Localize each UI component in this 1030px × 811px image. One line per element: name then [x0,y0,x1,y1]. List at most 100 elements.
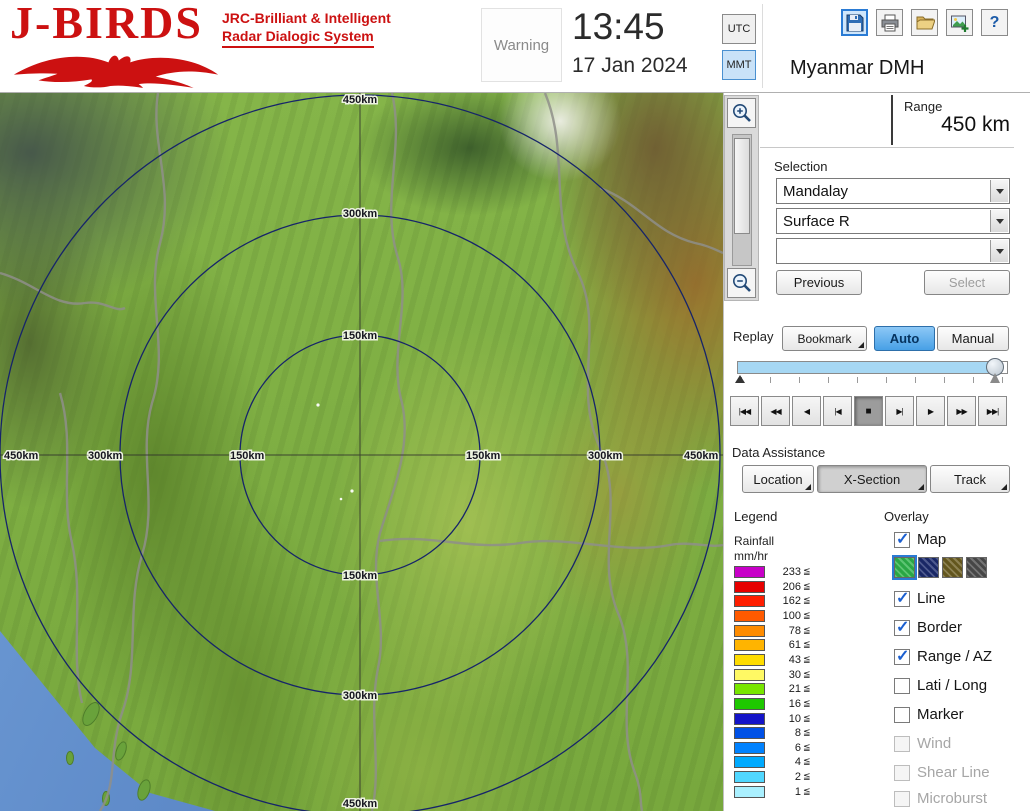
utc-button[interactable]: UTC [722,14,756,44]
location-button[interactable]: Location [742,465,814,493]
slider-position-marker-icon [990,373,1000,383]
checkbox-border[interactable] [894,620,910,636]
checkbox-marker[interactable] [894,707,910,723]
zoom-slider-thumb[interactable] [734,138,750,234]
checkbox-lati-long[interactable] [894,678,910,694]
media-step-back-button[interactable]: |◀ [823,396,852,426]
product-dropdown[interactable]: Surface R [776,208,1010,234]
checkbox-wind [894,736,910,752]
auto-button[interactable]: Auto [874,326,935,351]
media-play-button[interactable]: ▶ [916,396,945,426]
chevron-down-icon[interactable] [990,240,1008,262]
map-palette-swatch-navy[interactable] [918,557,939,578]
zoom-slider-track[interactable] [732,134,752,266]
legend-swatch [734,639,765,651]
zoom-out-button[interactable] [727,268,756,298]
legend-row: 233≦ [734,565,811,578]
xsection-button[interactable]: X-Section [817,465,927,493]
checkbox-map[interactable] [894,532,910,548]
export-image-button[interactable] [946,9,973,36]
legend-swatch [734,566,765,578]
range-label: Range [904,99,942,114]
zoom-widget [724,95,759,301]
previous-button[interactable]: Previous [776,270,862,295]
track-button[interactable]: Track [930,465,1010,493]
overlay-item-line[interactable]: Line [894,590,945,607]
corner-triangle-icon [805,484,811,490]
folder-open-icon [915,13,935,33]
legend-value: 2 [765,771,801,783]
media-skip-end-button[interactable]: ▶▶| [978,396,1007,426]
legend-swatch [734,727,765,739]
range-label: 150km [343,330,377,342]
legend-value: 10 [765,713,801,725]
checkbox-range-az[interactable] [894,649,910,665]
media-skip-start-button[interactable]: |◀◀ [730,396,759,426]
checkbox-line[interactable] [894,591,910,607]
save-button[interactable] [841,9,868,36]
mmt-button[interactable]: MMT [722,50,756,80]
site-dropdown[interactable]: Mandalay [776,178,1010,204]
manual-button[interactable]: Manual [937,326,1009,351]
media-fast-rewind-button[interactable]: ◀◀ [761,396,790,426]
overlay-item-marker[interactable]: Marker [894,706,964,723]
radar-map[interactable]: 450km 300km 150km 150km 300km 450km 450k… [0,93,723,811]
overlay-item-range-az[interactable]: Range / AZ [894,648,992,665]
clock-time: 13:45 [572,6,665,48]
chevron-down-icon[interactable] [990,180,1008,202]
overlay-item-wind: Wind [894,735,951,752]
select-button[interactable]: Select [924,270,1010,295]
replay-slider-fill [738,362,996,373]
print-button[interactable] [876,9,903,36]
legend-subtitle-2: mm/hr [734,549,768,563]
media-stop-button[interactable]: ■ [854,396,883,426]
media-play-reverse-button[interactable]: ◀ [792,396,821,426]
legend-swatch [734,742,765,754]
help-button[interactable]: ? [981,9,1008,36]
map-palette-swatch-gray[interactable] [966,557,987,578]
lte-symbol: ≦ [803,566,811,577]
data-assistance-label: Data Assistance [732,445,825,460]
lte-symbol: ≦ [803,610,811,621]
overlay-label: Microburst [917,790,987,807]
map-overlay-graphics: 450km 300km 150km 150km 300km 450km 450k… [0,93,723,811]
zoom-in-button[interactable] [727,98,756,128]
range-label: 300km [343,208,377,220]
map-palette-swatch-green[interactable] [894,557,915,578]
legend-row: 10≦ [734,712,811,725]
legend-row: 61≦ [734,638,811,651]
lte-symbol: ≦ [803,786,811,797]
lte-symbol: ≦ [803,669,811,680]
lte-symbol: ≦ [803,683,811,694]
overlay-item-lati-long[interactable]: Lati / Long [894,677,987,694]
legend-value: 8 [765,727,801,739]
legend-swatch [734,610,765,622]
printer-icon [880,13,900,33]
bookmark-label: Bookmark [797,332,851,346]
extra-dropdown[interactable] [776,238,1010,264]
range-label: 150km [343,570,377,582]
overlay-label: Line [917,590,945,607]
lte-symbol: ≦ [803,639,811,650]
overlay-item-map[interactable]: Map [894,531,946,548]
overlay-label: Shear Line [917,764,990,781]
lte-symbol: ≦ [803,654,811,665]
lte-symbol: ≦ [803,756,811,767]
overlay-label: Map [917,531,946,548]
zoom-in-icon [731,102,753,124]
legend-row: 8≦ [734,726,811,739]
bookmark-button[interactable]: Bookmark [782,326,867,351]
range-divider [891,95,893,145]
chevron-down-icon[interactable] [990,210,1008,232]
media-fast-forward-button[interactable]: ▶▶ [947,396,976,426]
header-divider [762,4,763,88]
legend-value: 30 [765,669,801,681]
media-step-forward-button[interactable]: ▶| [885,396,914,426]
overlay-item-border[interactable]: Border [894,619,962,636]
open-folder-button[interactable] [911,9,938,36]
overlay-item-microburst: Microburst [894,790,987,807]
replay-slider[interactable] [737,361,1008,374]
replay-slider-ticks [741,377,1003,383]
legend-title: Legend [734,509,777,524]
map-palette-swatch-olive[interactable] [942,557,963,578]
